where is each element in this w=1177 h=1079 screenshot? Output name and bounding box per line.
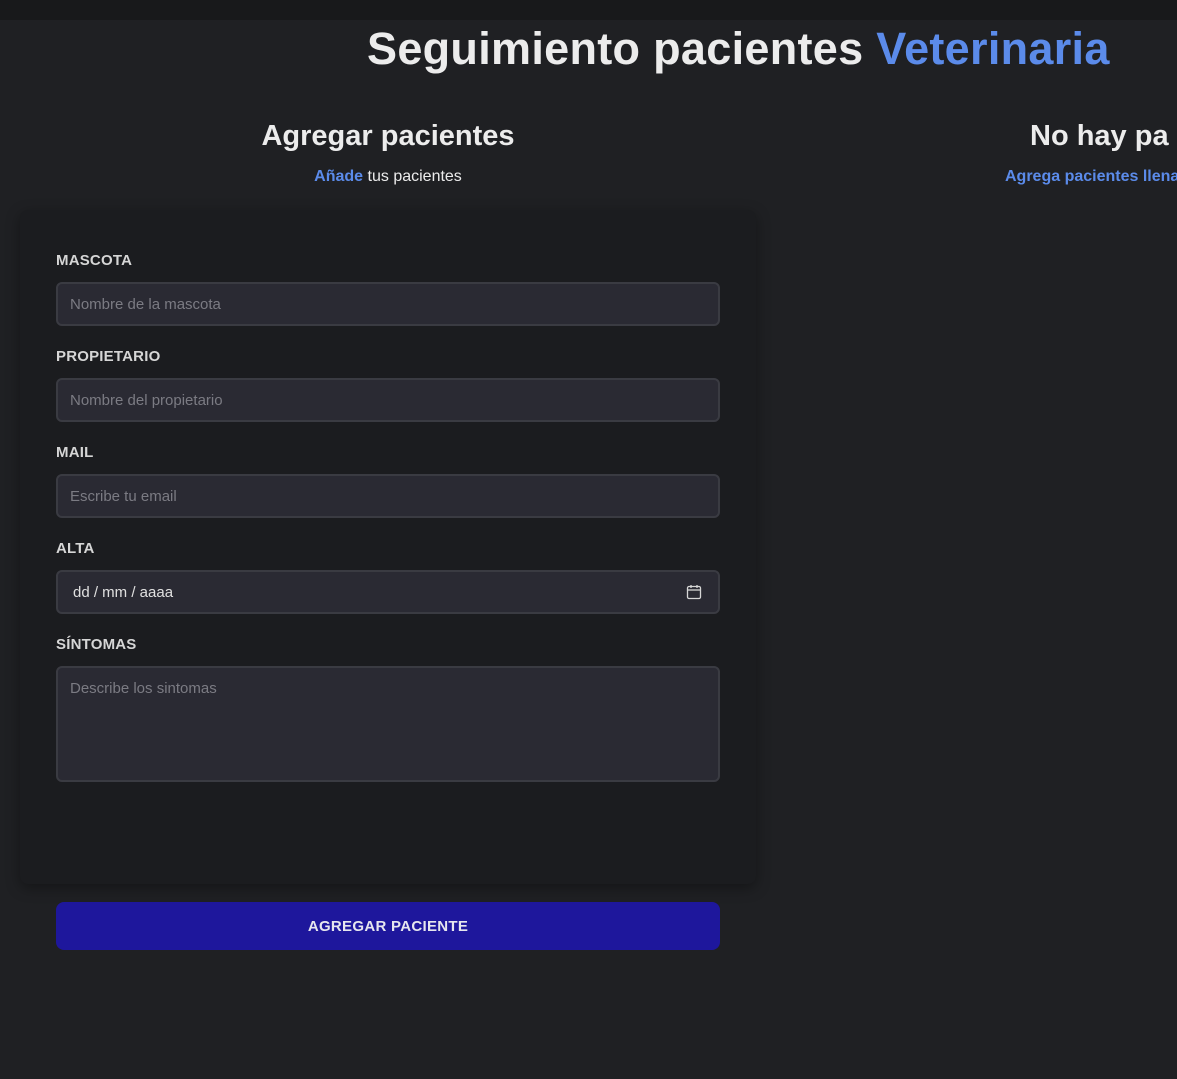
alta-date-text: dd / mm / aaaa: [73, 583, 174, 601]
mascota-label: MASCOTA: [56, 252, 133, 269]
patients-list-heading: No hay pa: [1030, 120, 1169, 152]
form-section-subtitle-rest: tus pacientes: [363, 168, 462, 185]
sintomas-label: SÍNTOMAS: [56, 636, 137, 653]
propietario-label: PROPIETARIO: [56, 348, 161, 365]
mascota-field: MASCOTA: [56, 252, 720, 326]
propietario-field: PROPIETARIO: [56, 348, 720, 422]
form-section: Agregar pacientes Añade tus pacientes MA…: [20, 110, 756, 950]
page-title: Seguimiento pacientes Veterinaria: [367, 22, 1110, 76]
sintomas-textarea[interactable]: [56, 666, 720, 782]
form-section-heading: Agregar pacientes: [261, 120, 515, 152]
alta-date-input[interactable]: dd / mm / aaaa: [56, 570, 720, 614]
top-bar: [0, 0, 1177, 20]
mail-field: MAIL: [56, 444, 720, 518]
mail-input[interactable]: [56, 474, 720, 518]
mail-label: MAIL: [56, 444, 94, 461]
add-patient-button[interactable]: AGREGAR PACIENTE: [56, 902, 720, 950]
form-section-subtitle: Añade tus pacientes: [20, 167, 756, 187]
page-title-accent: Veterinaria: [876, 23, 1110, 74]
page: Seguimiento pacientes Veterinaria Agrega…: [0, 0, 1177, 1079]
patient-form: MASCOTA PROPIETARIO MAIL ALTA dd / mm / …: [20, 210, 756, 950]
alta-field: ALTA dd / mm / aaaa: [56, 540, 720, 614]
patients-list-subtitle: Agrega pacientes llenar: [1005, 168, 1177, 185]
calendar-icon[interactable]: [686, 584, 702, 600]
propietario-input[interactable]: [56, 378, 720, 422]
alta-label: ALTA: [56, 540, 95, 557]
patients-list-section: No hay pa Agrega pacientes llenar: [930, 110, 1177, 187]
page-title-main: Seguimiento pacientes: [367, 23, 877, 74]
form-section-subtitle-accent: Añade: [314, 168, 364, 185]
mascota-input[interactable]: [56, 282, 720, 326]
sintomas-field: SÍNTOMAS: [56, 636, 720, 787]
